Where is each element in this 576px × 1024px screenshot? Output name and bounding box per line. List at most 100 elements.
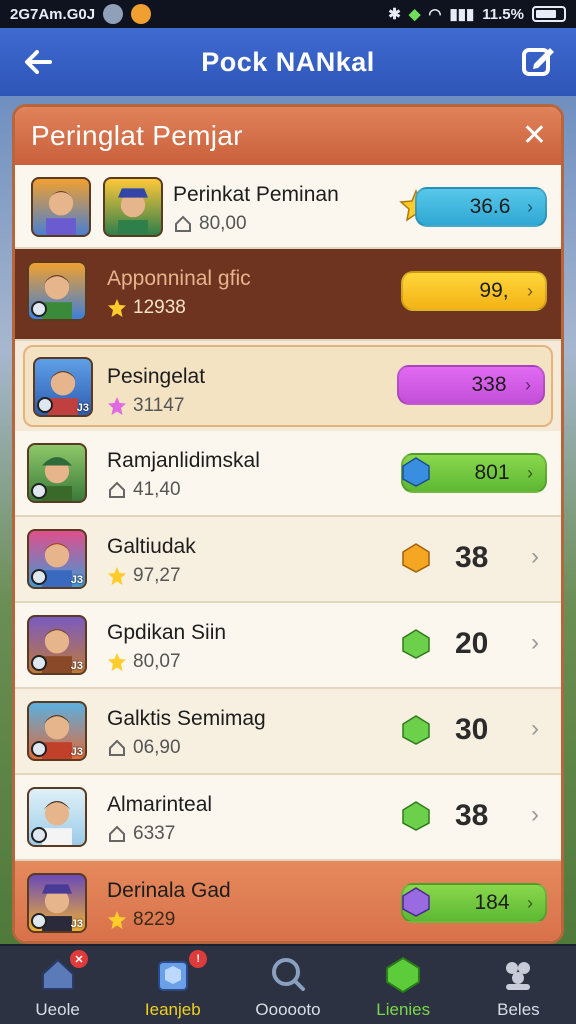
orange-gem-icon <box>402 543 430 573</box>
list-item[interactable]: Almarinteal 6337 38 › <box>15 775 561 861</box>
notification-badge: ! <box>189 950 208 968</box>
list-item[interactable]: J3 Derinala Gad 8229 184 › <box>15 861 561 941</box>
avatar: J3 <box>33 357 93 417</box>
panel-title: Peringlat Pemjar <box>31 120 243 151</box>
green-gem-icon <box>402 801 430 831</box>
row-name: Almarinteal <box>107 793 213 816</box>
row-sub-value: 80,00 <box>199 213 247 234</box>
chevron-right-icon[interactable]: › <box>531 543 539 571</box>
battery-percent: 11.5% <box>482 5 524 23</box>
purple-gem-icon <box>402 887 430 917</box>
rank-badge-icon <box>37 397 53 413</box>
value-pill[interactable]: 338 › <box>397 365 545 405</box>
battery-icon <box>532 6 566 22</box>
list-item[interactable]: J3 Gpdikan Siin 80,07 20 › <box>15 603 561 689</box>
rank-badge-icon <box>31 827 47 843</box>
avatar: J3 <box>27 701 87 761</box>
row-sub-value: 6337 <box>133 823 176 844</box>
list-item[interactable]: Perinkat Peminan 80,00 36.6 › <box>15 165 561 249</box>
chevron-right-icon[interactable]: › <box>531 801 539 829</box>
avatar: J3 <box>27 615 87 675</box>
nav-item-gems[interactable]: Lienies <box>346 946 461 1024</box>
row-sub: 12938 <box>107 297 186 319</box>
list-item-highlighted[interactable]: J3 Pesingelat 31147 338 › <box>23 345 553 427</box>
edit-icon[interactable] <box>520 42 558 80</box>
row-sub-value: 06,90 <box>133 737 181 758</box>
list-item[interactable]: J3 Galtiudak 97,27 38 › <box>15 517 561 603</box>
panel-header: Peringlat Pemjar ✕ <box>15 107 561 165</box>
value-pill[interactable]: 36.6 › <box>415 187 547 227</box>
close-icon[interactable]: ✕ <box>522 121 547 151</box>
rank-badge-icon <box>31 301 47 317</box>
nav-item-search[interactable]: Oooooto <box>230 946 345 1024</box>
status-bar: 2G7Am.G0J ✱ ◆ ◠ ▮▮▮ 11.5% <box>0 0 576 28</box>
app-notification-icon <box>131 4 152 24</box>
chevron-right-icon: › <box>525 374 531 395</box>
row-sub-value: 41,40 <box>133 479 181 500</box>
row-score: 38 <box>455 541 489 574</box>
row-sub-value: 31147 <box>133 395 185 416</box>
value-pill[interactable]: 99, › <box>401 271 547 311</box>
nav-label: Ueole <box>35 1000 80 1019</box>
row-sub-value: 12938 <box>133 297 186 318</box>
wifi-icon: ◠ <box>428 6 442 23</box>
app-bar: Pock NANkal <box>0 28 576 96</box>
chevron-right-icon[interactable]: › <box>531 715 539 743</box>
star-icon <box>107 910 127 930</box>
crystal-box-icon <box>157 961 188 991</box>
row-name: Apponninal gfic <box>107 267 251 290</box>
avatar-tag: J3 <box>70 918 83 930</box>
row-name: Ramjanlidimskal <box>107 449 260 472</box>
leaderboard-panel: Peringlat Pemjar ✕ Perinkat Peminan 80,0… <box>12 104 564 944</box>
row-sub-value: 8229 <box>133 909 176 930</box>
row-sub: 31147 <box>107 395 184 417</box>
row-sub: 80,00 <box>173 213 247 235</box>
avatar <box>27 261 87 321</box>
row-value: 801 <box>474 461 510 484</box>
avatar <box>27 787 87 847</box>
avatar-tag: J3 <box>70 574 83 586</box>
avatar <box>31 177 91 237</box>
list-item[interactable]: Apponninal gfic 12938 99, › <box>15 249 561 341</box>
nav-label: Oooooto <box>255 1000 321 1019</box>
avatar-tag: J3 <box>70 746 83 758</box>
nav-label: Ieanjeb <box>144 1000 201 1019</box>
house-icon <box>173 214 193 234</box>
row-sub: 6337 <box>107 823 175 845</box>
row-value: 36.6 <box>469 195 511 218</box>
back-arrow-icon[interactable] <box>20 44 56 80</box>
row-name: Derinala Gad <box>107 879 231 902</box>
row-name: Gpdikan Siin <box>107 621 227 644</box>
nav-item-inventory[interactable]: ! Ieanjeb <box>115 946 230 1024</box>
cell-signal-icon: ▮▮▮ <box>449 6 475 23</box>
rank-badge-icon <box>31 569 47 585</box>
avatar: J3 <box>27 529 87 589</box>
nav-item-people[interactable]: Beles <box>461 946 576 1024</box>
chevron-right-icon: › <box>527 196 533 217</box>
list-item[interactable]: Ramjanlidimskal 41,40 801 › <box>15 431 561 517</box>
row-value: 184 <box>474 891 510 914</box>
avatar-tag: J3 <box>70 660 83 672</box>
search-icon <box>272 958 305 991</box>
green-gem-icon <box>386 956 421 994</box>
chevron-right-icon[interactable]: › <box>531 629 539 657</box>
status-time: 2G7Am.G0J <box>10 5 96 23</box>
row-sub: 8229 <box>107 909 175 931</box>
rank-badge-icon <box>31 741 47 757</box>
avatar-tag: J3 <box>76 402 89 414</box>
list-item[interactable]: J3 Galktis Semimag 06,90 30 › <box>15 689 561 775</box>
leaderboard-list: Perinkat Peminan 80,00 36.6 › Apponninal… <box>15 165 561 941</box>
app-title: Pock NANkal <box>201 46 375 77</box>
chevron-right-icon: › <box>527 462 533 483</box>
bluetooth-icon: ✱ <box>388 6 401 23</box>
row-sub: 80,07 <box>107 651 181 673</box>
rank-badge-icon <box>31 913 47 929</box>
nav-item-home[interactable]: ✕ Ueole <box>0 946 115 1024</box>
signal-icon: ◆ <box>408 6 421 23</box>
row-score: 30 <box>455 713 489 746</box>
row-name: Perinkat Peminan <box>173 183 339 206</box>
blue-gem-icon <box>402 457 430 487</box>
row-sub-value: 97,27 <box>133 565 181 586</box>
notification-icon <box>103 4 124 24</box>
avatar <box>103 177 163 237</box>
